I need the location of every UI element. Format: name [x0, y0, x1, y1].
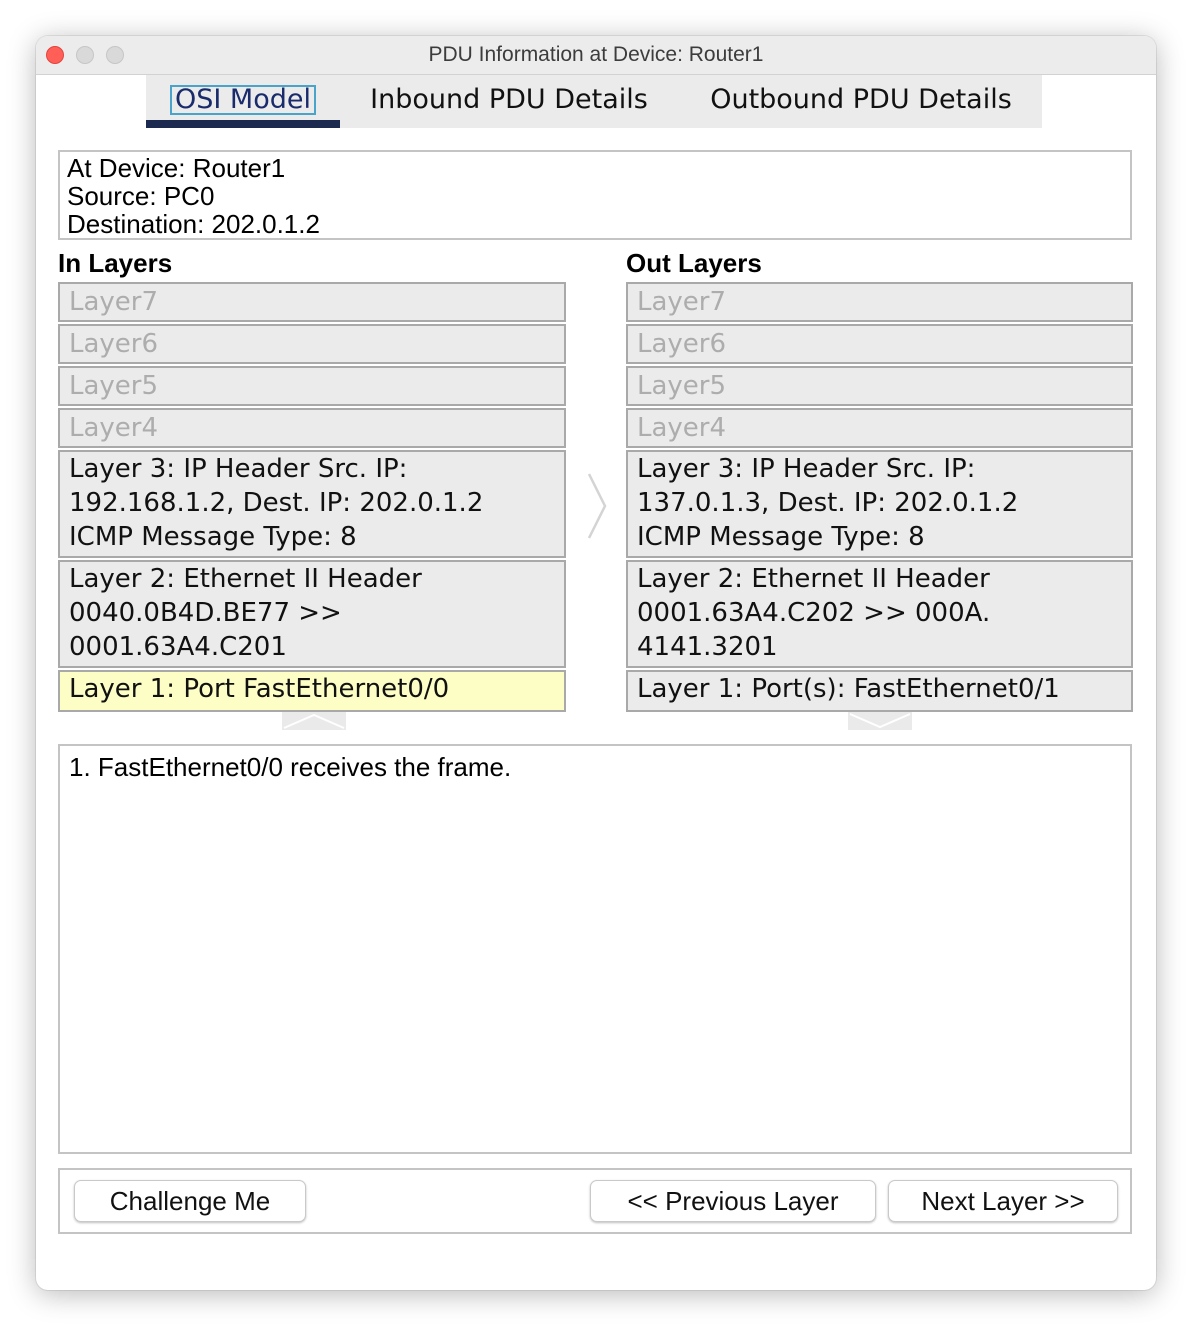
- selected-tab-indicator: [146, 120, 340, 128]
- in-layer-2-line: 0001.63A4.C201: [69, 632, 287, 662]
- title-bar[interactable]: PDU Information at Device: Router1: [36, 36, 1156, 75]
- out-layer-2[interactable]: Layer 2: Ethernet II Header 0001.63A4.C2…: [626, 560, 1133, 668]
- in-layer-3-line: Layer 3: IP Header Src. IP:: [69, 454, 408, 484]
- destination-text: Destination: 202.0.1.2: [67, 209, 320, 239]
- out-layer-2-line: 0001.63A4.C202 >> 000A.: [637, 598, 991, 628]
- out-layer-3[interactable]: Layer 3: IP Header Src. IP: 137.0.1.3, D…: [626, 450, 1133, 558]
- out-layer-7[interactable]: Layer7: [626, 282, 1133, 322]
- tab-outbound-pdu-details[interactable]: Outbound PDU Details: [700, 75, 1022, 128]
- pdu-information-window: PDU Information at Device: Router1 OSI M…: [36, 36, 1156, 1290]
- in-layer-2[interactable]: Layer 2: Ethernet II Header 0040.0B4D.BE…: [58, 560, 566, 668]
- challenge-me-button[interactable]: Challenge Me: [74, 1180, 306, 1222]
- out-layer-1[interactable]: Layer 1: Port(s): FastEthernet0/1: [626, 670, 1133, 712]
- source-text: Source: PC0: [67, 181, 215, 211]
- next-layer-button[interactable]: Next Layer >>: [888, 1180, 1118, 1222]
- in-layer-2-line: Layer 2: Ethernet II Header: [69, 564, 422, 594]
- window-title: PDU Information at Device: Router1: [428, 43, 764, 66]
- out-layer-3-line: Layer 3: IP Header Src. IP:: [637, 454, 976, 484]
- tab-bar: OSI Model Inbound PDU Details Outbound P…: [36, 75, 1156, 128]
- in-layer-5[interactable]: Layer5: [58, 366, 566, 406]
- device-info-box: At Device: Router1 Source: PC0 Destinati…: [58, 150, 1132, 240]
- previous-layer-button[interactable]: << Previous Layer: [590, 1180, 876, 1222]
- out-layer-5[interactable]: Layer5: [626, 366, 1133, 406]
- out-layer-2-line: 4141.3201: [637, 632, 778, 662]
- tab-inbound-pdu-details[interactable]: Inbound PDU Details: [358, 75, 660, 128]
- at-device-text: At Device: Router1: [67, 153, 286, 183]
- in-layer-3[interactable]: Layer 3: IP Header Src. IP: 192.168.1.2,…: [58, 450, 566, 558]
- out-layer-2-line: Layer 2: Ethernet II Header: [637, 564, 990, 594]
- in-layer-3-line: ICMP Message Type: 8: [69, 522, 357, 552]
- in-layer-1[interactable]: Layer 1: Port FastEthernet0/0: [58, 670, 566, 712]
- tab-osi-model[interactable]: OSI Model: [146, 75, 340, 128]
- tab-osi-model-label: OSI Model: [169, 85, 316, 115]
- out-layer-3-line: ICMP Message Type: 8: [637, 522, 925, 552]
- in-layer-2-line: 0040.0B4D.BE77 >>: [69, 598, 342, 628]
- out-layer-6[interactable]: Layer6: [626, 324, 1133, 364]
- chevron-down-icon: [849, 713, 911, 729]
- in-layers-heading: In Layers: [58, 248, 173, 278]
- chevron-up-icon: [283, 713, 345, 729]
- out-layer-3-line: 137.0.1.3, Dest. IP: 202.0.1.2: [637, 488, 1019, 518]
- button-panel: Challenge Me << Previous Layer Next Laye…: [58, 1168, 1132, 1234]
- out-layers-heading: Out Layers: [626, 248, 762, 278]
- right-arrow-icon: [587, 473, 607, 539]
- in-layer-4[interactable]: Layer4: [58, 408, 566, 448]
- layer-description-text: 1. FastEthernet0/0 receives the frame.: [69, 752, 512, 782]
- out-layer-4[interactable]: Layer4: [626, 408, 1133, 448]
- in-layers-scroll-up[interactable]: [282, 712, 346, 730]
- in-layer-7[interactable]: Layer7: [58, 282, 566, 322]
- in-layer-6[interactable]: Layer6: [58, 324, 566, 364]
- out-layers-scroll-down[interactable]: [848, 712, 912, 730]
- layer-description-box: 1. FastEthernet0/0 receives the frame.: [58, 744, 1132, 1154]
- in-layer-3-line: 192.168.1.2, Dest. IP: 202.0.1.2: [69, 488, 484, 518]
